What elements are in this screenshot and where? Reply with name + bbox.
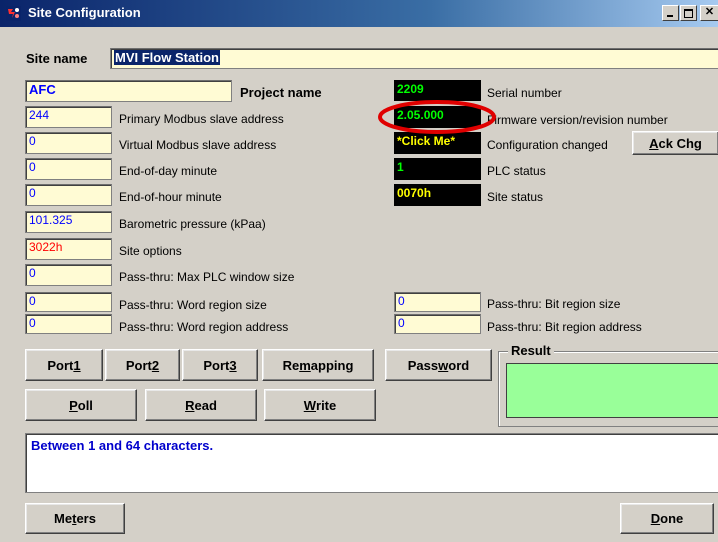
ack-chg-button[interactable]: Ack Chg — [632, 131, 718, 155]
minimize-icon — [667, 15, 673, 17]
plc-status-display: 1 — [394, 158, 481, 180]
meters-label-pre: Me — [54, 511, 73, 526]
remapping-label-post: apping — [310, 357, 354, 373]
firmware-version-label: Firmware version/revision number — [487, 113, 668, 127]
done-label-post: one — [660, 511, 684, 526]
site-name-label: Site name — [26, 51, 88, 66]
write-label-key: W — [303, 397, 317, 413]
port-3-button[interactable]: Port 3 — [182, 349, 258, 381]
word-region-address-label: Pass-thru: Word region address — [119, 320, 289, 334]
done-button[interactable]: Done — [620, 503, 714, 534]
app-icon — [6, 6, 21, 21]
password-button[interactable]: Pass w ord — [385, 349, 492, 381]
write-button[interactable]: Write — [264, 389, 376, 421]
close-button[interactable]: ✕ — [700, 5, 718, 21]
remapping-button[interactable]: Re m apping — [262, 349, 374, 381]
word-region-size-input[interactable]: 0 — [25, 292, 112, 312]
site-status-display: 0070h — [394, 184, 481, 206]
message-text: Between 1 and 64 characters. — [31, 438, 214, 453]
maximize-icon — [684, 9, 693, 18]
word-region-address-input[interactable]: 0 — [25, 314, 112, 334]
poll-label-post: oll — [77, 397, 93, 413]
ack-chg-label-key: A — [649, 135, 659, 151]
serial-number-label: Serial number — [487, 86, 562, 100]
site-name-value: MVI Flow Station — [114, 50, 220, 65]
minimize-button[interactable] — [662, 5, 679, 21]
meters-button[interactable]: Me t ers — [25, 503, 125, 534]
message-box[interactable]: Between 1 and 64 characters. — [25, 433, 718, 493]
site-options-label: Site options — [119, 244, 182, 258]
port-3-label-pre: Port — [203, 357, 230, 373]
port-2-button[interactable]: Port 2 — [105, 349, 180, 381]
primary-modbus-address-label: Primary Modbus slave address — [119, 112, 284, 126]
end-of-hour-minute-input[interactable]: 0 — [25, 184, 112, 206]
poll-button[interactable]: Poll — [25, 389, 137, 421]
read-label-post: ead — [194, 397, 217, 413]
plc-status-label: PLC status — [487, 164, 546, 178]
done-label-key: D — [650, 511, 661, 526]
title-bar[interactable]: Site Configuration ✕ — [0, 0, 718, 27]
port-3-label-key: 3 — [229, 357, 237, 373]
port-2-label-key: 2 — [151, 357, 160, 373]
bit-region-address-label: Pass-thru: Bit region address — [487, 320, 642, 334]
result-indicator — [506, 363, 718, 418]
window-title: Site Configuration — [28, 5, 141, 20]
meters-label-post: ers — [76, 511, 96, 526]
result-group-label: Result — [508, 343, 554, 358]
end-of-day-minute-label: End-of-day minute — [119, 164, 218, 178]
project-name-label: Project name — [240, 85, 322, 100]
word-region-size-label: Pass-thru: Word region size — [119, 298, 267, 312]
bit-region-size-label: Pass-thru: Bit region size — [487, 297, 621, 311]
end-of-day-minute-input[interactable]: 0 — [25, 158, 112, 180]
site-name-input[interactable]: MVI Flow Station — [110, 48, 718, 69]
site-status-label: Site status — [487, 190, 544, 204]
close-icon: ✕ — [704, 6, 715, 18]
max-plc-window-size-label: Pass-thru: Max PLC window size — [119, 270, 295, 284]
password-label-key: w — [438, 357, 449, 373]
end-of-hour-minute-label: End-of-hour minute — [119, 190, 222, 204]
primary-modbus-address-input[interactable]: 244 — [25, 106, 112, 128]
barometric-pressure-input[interactable]: 101.325 — [25, 211, 112, 233]
project-name-input[interactable]: AFC — [25, 80, 232, 102]
ack-chg-label-post: ck Chg — [658, 135, 702, 151]
site-options-input[interactable]: 3022h — [25, 238, 112, 260]
barometric-pressure-label: Barometric pressure (kPaa) — [119, 217, 266, 231]
highlight-ellipse-shape — [378, 100, 496, 134]
virtual-modbus-address-label: Virtual Modbus slave address — [119, 138, 277, 152]
max-plc-window-size-input[interactable]: 0 — [25, 264, 112, 286]
maximize-button[interactable] — [680, 5, 697, 21]
bit-region-address-input[interactable]: 0 — [394, 314, 481, 334]
firmware-highlight-ellipse — [378, 100, 496, 134]
port-2-label-pre: Port — [125, 357, 152, 373]
password-label-pre: Pass — [407, 357, 439, 373]
poll-label-key: P — [69, 397, 78, 413]
port-1-button[interactable]: Port 1 — [25, 349, 103, 381]
remapping-label-key: m — [299, 357, 311, 373]
write-label-post: rite — [316, 397, 337, 413]
port-1-label-pre: Port — [47, 357, 74, 373]
read-button[interactable]: Read — [145, 389, 257, 421]
password-label-post: ord — [448, 357, 470, 373]
configuration-changed-label: Configuration changed — [487, 138, 608, 152]
virtual-modbus-address-input[interactable]: 0 — [25, 132, 112, 154]
read-label-key: R — [185, 397, 195, 413]
remapping-label-pre: Re — [282, 357, 300, 373]
port-1-label-key: 1 — [73, 357, 81, 373]
bit-region-size-input[interactable]: 0 — [394, 292, 481, 312]
